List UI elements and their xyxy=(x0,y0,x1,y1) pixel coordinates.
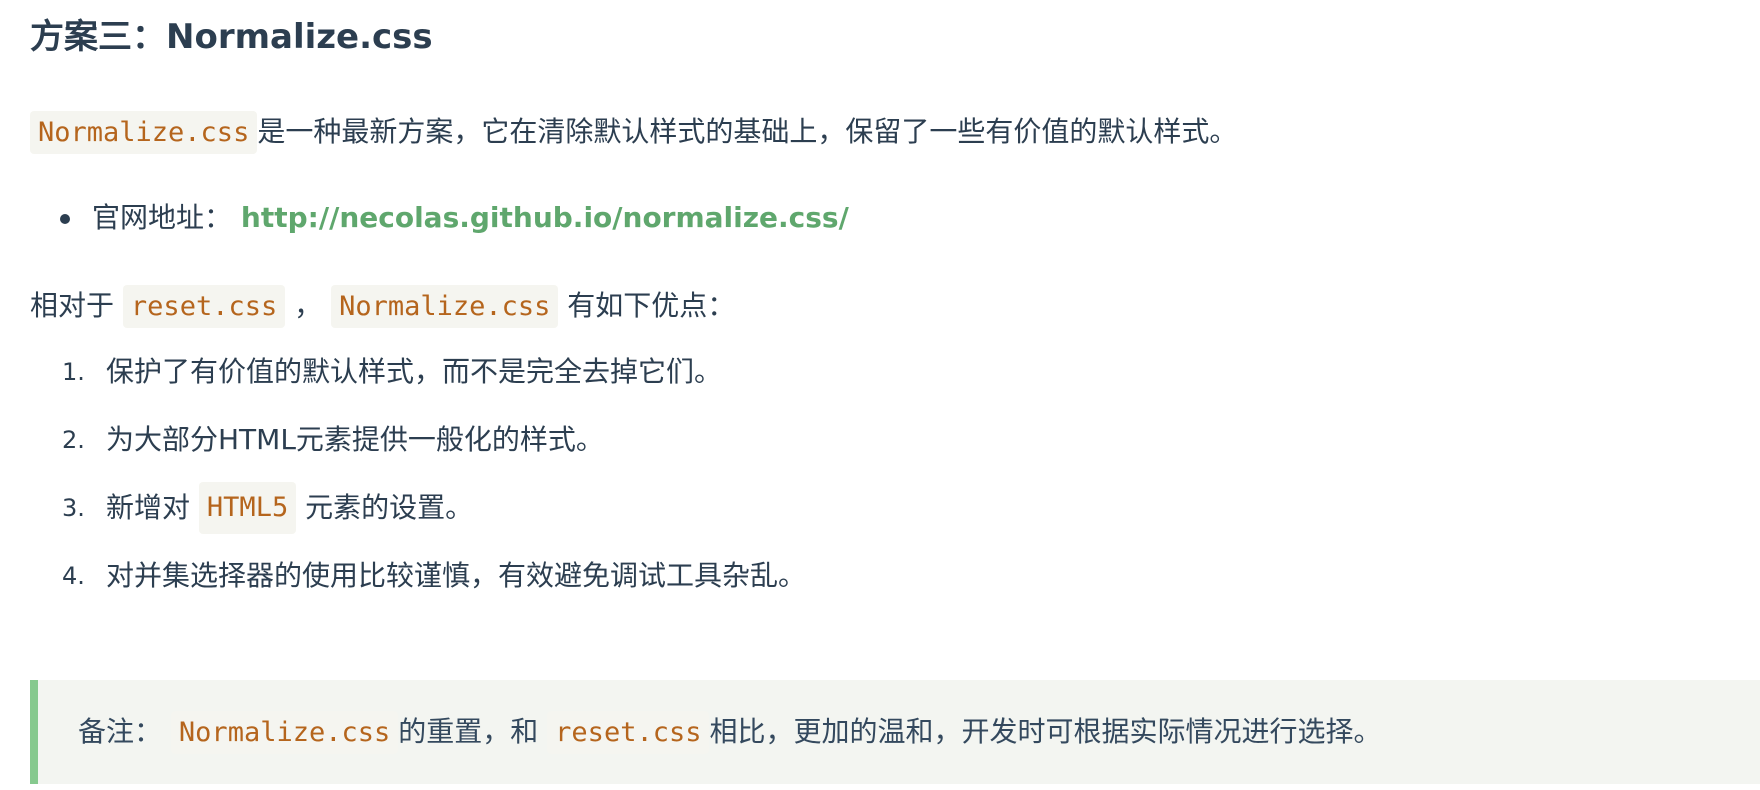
advantages-list: 1. 保护了有价值的默认样式，而不是完全去掉它们。 2. 为大部分HTML元素提… xyxy=(62,338,806,610)
list-number: 1. xyxy=(62,358,85,386)
list-item: 1. 保护了有价值的默认样式，而不是完全去掉它们。 xyxy=(62,338,806,406)
list-number: 4. xyxy=(62,562,85,590)
compare-paragraph: 相对于 reset.css ， Normalize.css 有如下优点： xyxy=(30,285,736,328)
bullet-label: 官网地址： xyxy=(92,201,233,234)
official-site-link[interactable]: http://necolas.github.io/normalize.css/ xyxy=(241,201,849,234)
list-number: 3. xyxy=(62,494,85,522)
compare-text-before: 相对于 xyxy=(30,289,115,322)
note-callout: 备注： Normalize.css 的重置，和 reset.css 相比，更加的温和… xyxy=(30,680,1760,784)
list-text-after: 元素的设置。 xyxy=(305,491,474,524)
heading-name: Normalize.css xyxy=(166,17,433,57)
inline-code: Normalize.css xyxy=(170,711,399,754)
inline-code: HTML5 xyxy=(198,482,297,534)
list-text: 保护了有价值的默认样式，而不是完全去掉它们。 xyxy=(106,355,723,388)
note-end: 相比，更加的温和，开发时可根据实际情况进行选择。 xyxy=(709,715,1382,748)
bullet-dot-icon xyxy=(60,214,70,224)
inline-code: Normalize.css xyxy=(30,111,258,154)
bullet-list: 官网地址： http://necolas.github.io/normalize… xyxy=(60,198,849,238)
inline-code: reset.css xyxy=(122,285,286,328)
note-label: 备注： xyxy=(78,715,163,748)
section-heading: 方案三：Normalize.css xyxy=(30,12,433,62)
heading-prefix: 方案三： xyxy=(30,17,166,57)
compare-separator: ， xyxy=(294,289,323,322)
inline-code: reset.css xyxy=(547,711,710,754)
list-text: 为大部分HTML元素提供一般化的样式。 xyxy=(106,423,604,456)
list-item: 2. 为大部分HTML元素提供一般化的样式。 xyxy=(62,406,806,474)
list-text-before: 新增对 xyxy=(106,491,191,524)
list-item: 官网地址： http://necolas.github.io/normalize… xyxy=(60,198,849,238)
inline-code: Normalize.css xyxy=(331,285,559,328)
list-item: 3. 新增对 HTML5 元素的设置。 xyxy=(62,474,806,542)
compare-text-after: 有如下优点： xyxy=(567,289,736,322)
list-text: 对并集选择器的使用比较谨慎，有效避免调试工具杂乱。 xyxy=(106,559,807,592)
list-item: 4. 对并集选择器的使用比较谨慎，有效避免调试工具杂乱。 xyxy=(62,542,806,610)
document-page: 方案三：Normalize.css Normalize.css 是一种最新方案，它… xyxy=(0,0,1760,790)
note-mid: 的重置，和 xyxy=(398,715,539,748)
intro-paragraph: Normalize.css 是一种最新方案，它在清除默认样式的基础上，保留了一些有… xyxy=(30,111,1238,154)
note-text: 备注： Normalize.css 的重置，和 reset.css 相比，更加的温和… xyxy=(78,711,1382,754)
intro-text: 是一种最新方案，它在清除默认样式的基础上，保留了一些有价值的默认样式。 xyxy=(257,115,1238,148)
list-number: 2. xyxy=(62,426,85,454)
